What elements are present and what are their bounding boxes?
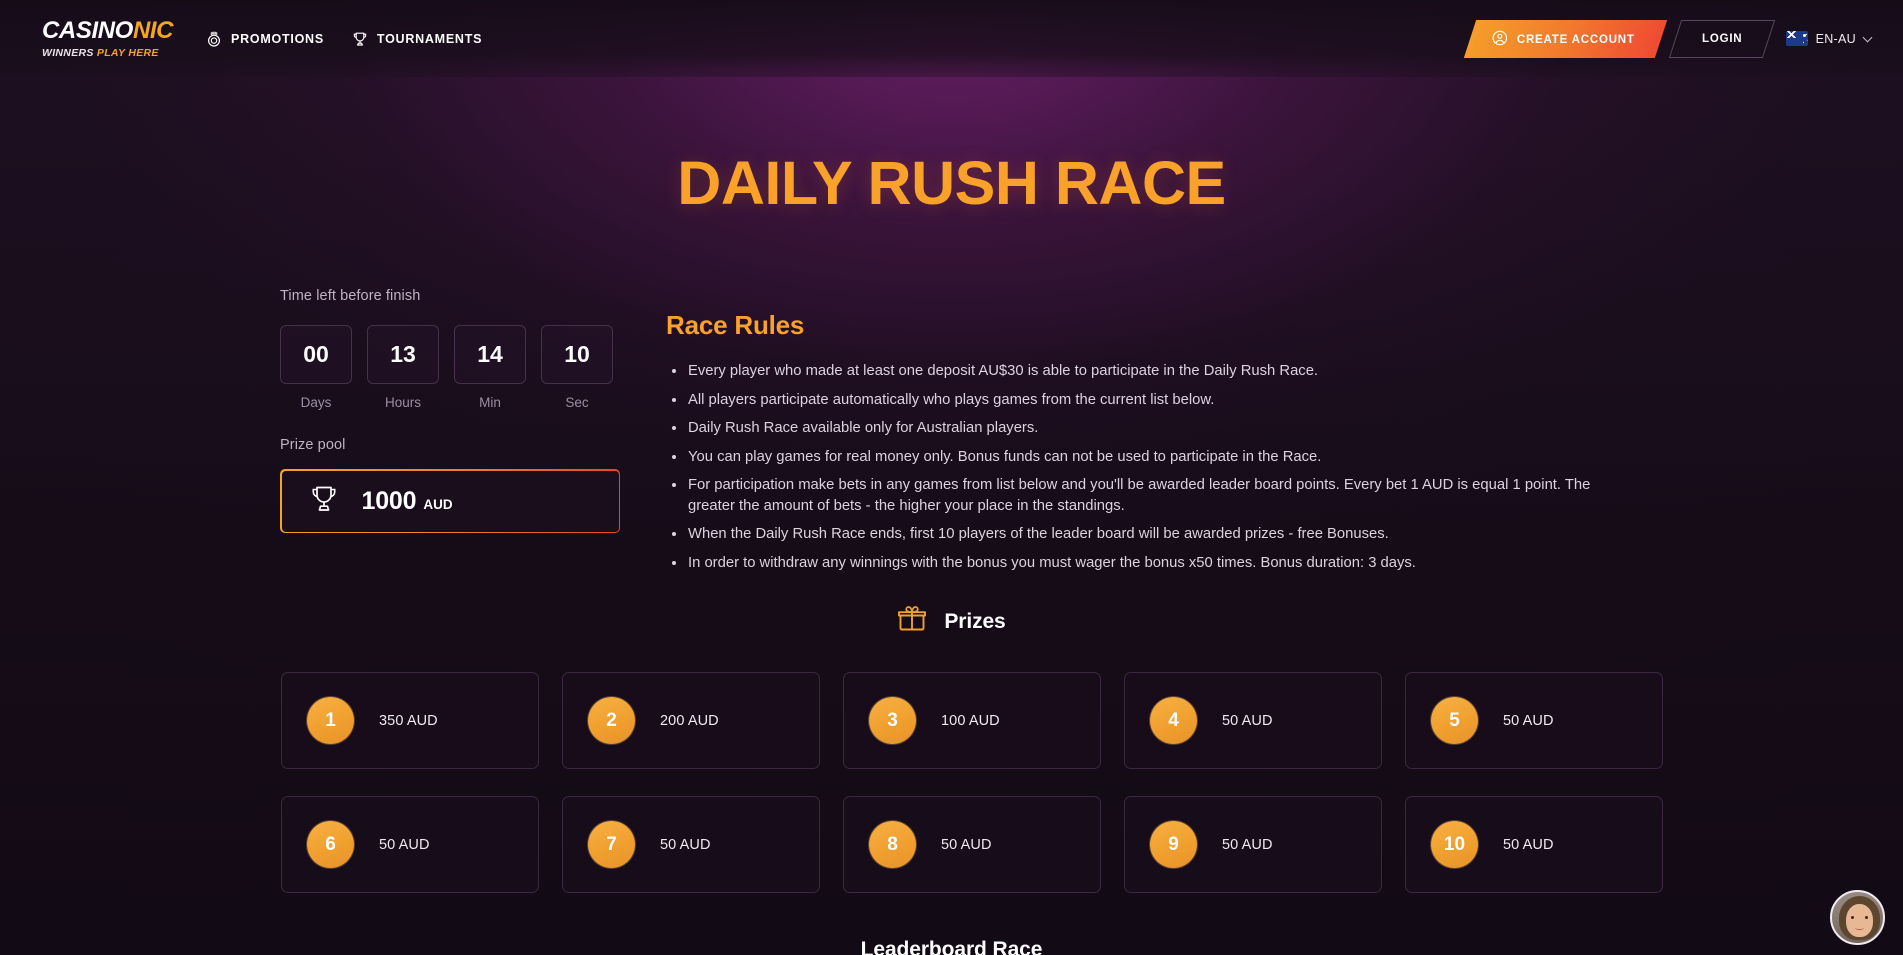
user-circle-icon — [1492, 29, 1508, 48]
prize-amount: 50 AUD — [660, 836, 711, 853]
language-selector[interactable]: EN-AU — [1785, 31, 1873, 46]
prize-amount: 50 AUD — [1503, 836, 1554, 853]
create-account-label: CREATE ACCOUNT — [1517, 32, 1636, 45]
rule-item: Every player who made at least one depos… — [666, 361, 1616, 382]
login-label: LOGIN — [1702, 32, 1743, 45]
language-label: EN-AU — [1815, 31, 1856, 46]
countdown-hours-value: 13 — [367, 325, 439, 384]
race-rules-section: Race Rules Every player who made at leas… — [666, 310, 1616, 582]
prize-rank-badge: 10 — [1431, 821, 1478, 868]
prize-rank-badge: 1 — [307, 697, 354, 744]
chevron-down-icon — [1864, 34, 1873, 43]
prize-card: 10 50 AUD — [1405, 796, 1663, 893]
countdown-min-label: Min — [479, 395, 501, 410]
prize-grid: 1 350 AUD 2 200 AUD 3 100 AUD 4 50 AUD 5… — [281, 672, 1663, 893]
prize-rank-badge: 5 — [1431, 697, 1478, 744]
countdown-hours-label: Hours — [384, 395, 421, 410]
prize-card: 2 200 AUD — [562, 672, 820, 769]
countdown-min-value: 14 — [454, 325, 526, 384]
nav-item-promotions[interactable]: PROMOTIONS — [206, 31, 324, 47]
prize-pool-currency: AUD — [423, 496, 453, 512]
prize-amount: 100 AUD — [941, 712, 1000, 729]
prize-amount: 50 AUD — [1222, 836, 1273, 853]
logo-tagline: WINNERS PLAY HERE — [42, 47, 170, 59]
prize-rank-badge: 6 — [307, 821, 354, 868]
prizes-title: Prizes — [944, 609, 1006, 633]
prize-card: 9 50 AUD — [1124, 796, 1382, 893]
page-title: DAILY RUSH RACE — [677, 149, 1226, 217]
countdown-unit-min: 14 Min — [454, 325, 526, 410]
race-rules-title: Race Rules — [666, 310, 805, 340]
prize-rank-badge: 4 — [1150, 697, 1197, 744]
rule-item: You can play games for real money only. … — [666, 447, 1616, 468]
trophy-icon — [308, 483, 340, 520]
prize-amount: 50 AUD — [1503, 712, 1554, 729]
countdown-timer: 00 Days 13 Hours 14 Min 10 Sec — [280, 325, 620, 410]
prize-card: 7 50 AUD — [562, 796, 820, 893]
login-button[interactable]: LOGIN — [1668, 19, 1776, 58]
countdown-panel: Time left before finish 00 Days 13 Hours… — [280, 288, 620, 533]
logo-name-main: CASINO — [42, 16, 133, 44]
rule-item: Daily Rush Race available only for Austr… — [666, 418, 1616, 439]
site-logo[interactable]: CASINONIC WINNERS PLAY HERE — [42, 16, 174, 59]
bottom-section-heading: Leaderboard Race — [860, 938, 1043, 955]
prizes-header: Prizes — [0, 604, 1903, 639]
prize-card: 5 50 AUD — [1405, 672, 1663, 769]
countdown-days-label: Days — [300, 395, 332, 410]
avatar-mouth — [1855, 926, 1864, 930]
prize-amount: 50 AUD — [379, 836, 430, 853]
prize-rank-badge: 7 — [588, 821, 635, 868]
page-root: CASINONIC WINNERS PLAY HERE PROMOTIONS T… — [0, 0, 1903, 955]
nav-item-tournaments[interactable]: TOURNAMENTS — [352, 31, 482, 47]
support-chat-button[interactable] — [1830, 890, 1885, 945]
header-actions: CREATE ACCOUNT LOGIN EN-AU — [1464, 19, 1873, 58]
rule-item: For participation make bets in any games… — [666, 475, 1616, 516]
countdown-sec-label: Sec — [565, 395, 589, 410]
prize-card: 1 350 AUD — [281, 672, 539, 769]
countdown-unit-hours: 13 Hours — [367, 325, 439, 410]
site-header: CASINONIC WINNERS PLAY HERE PROMOTIONS T… — [0, 0, 1903, 77]
prize-pool-box: 1000 AUD — [280, 469, 620, 533]
countdown-days-value: 00 — [280, 325, 352, 384]
prize-pool-label: Prize pool — [280, 437, 346, 453]
prize-amount: 50 AUD — [1222, 712, 1273, 729]
prize-rank-badge: 3 — [869, 697, 916, 744]
countdown-label: Time left before finish — [280, 288, 421, 304]
race-rules-list: Every player who made at least one depos… — [666, 361, 1616, 574]
countdown-sec-value: 10 — [541, 325, 613, 384]
gift-icon — [897, 604, 927, 639]
logo-tagline-part2: PLAY HERE — [96, 46, 159, 59]
logo-tagline-part1: WINNERS — [42, 46, 97, 59]
prize-amount: 350 AUD — [379, 712, 438, 729]
rule-item: When the Daily Rush Race ends, first 10 … — [666, 524, 1616, 545]
promotions-icon — [206, 31, 222, 47]
avatar-face — [1846, 904, 1873, 937]
rule-item: In order to withdraw any winnings with t… — [666, 553, 1616, 574]
au-flag-icon — [1785, 31, 1808, 46]
prize-card: 4 50 AUD — [1124, 672, 1382, 769]
prize-rank-badge: 9 — [1150, 821, 1197, 868]
prize-amount: 50 AUD — [941, 836, 992, 853]
prize-card: 6 50 AUD — [281, 796, 539, 893]
create-account-button[interactable]: CREATE ACCOUNT — [1464, 19, 1668, 58]
prize-card: 8 50 AUD — [843, 796, 1101, 893]
prize-amount: 200 AUD — [660, 712, 719, 729]
avatar-eyes — [1851, 916, 1868, 919]
countdown-unit-days: 00 Days — [280, 325, 352, 410]
rule-item: All players participate automatically wh… — [666, 390, 1616, 411]
trophy-icon — [352, 31, 368, 47]
nav-item-promotions-label: PROMOTIONS — [231, 31, 324, 46]
nav-item-tournaments-label: TOURNAMENTS — [376, 31, 483, 46]
prize-rank-badge: 8 — [869, 821, 916, 868]
logo-wordmark: CASINONIC — [42, 16, 174, 44]
logo-name-accent: NIC — [132, 16, 174, 44]
prize-rank-badge: 2 — [588, 697, 635, 744]
prize-card: 3 100 AUD — [843, 672, 1101, 769]
prize-pool-amount: 1000 — [361, 486, 417, 515]
main-navigation: PROMOTIONS TOURNAMENTS — [206, 31, 482, 47]
countdown-unit-sec: 10 Sec — [541, 325, 613, 410]
